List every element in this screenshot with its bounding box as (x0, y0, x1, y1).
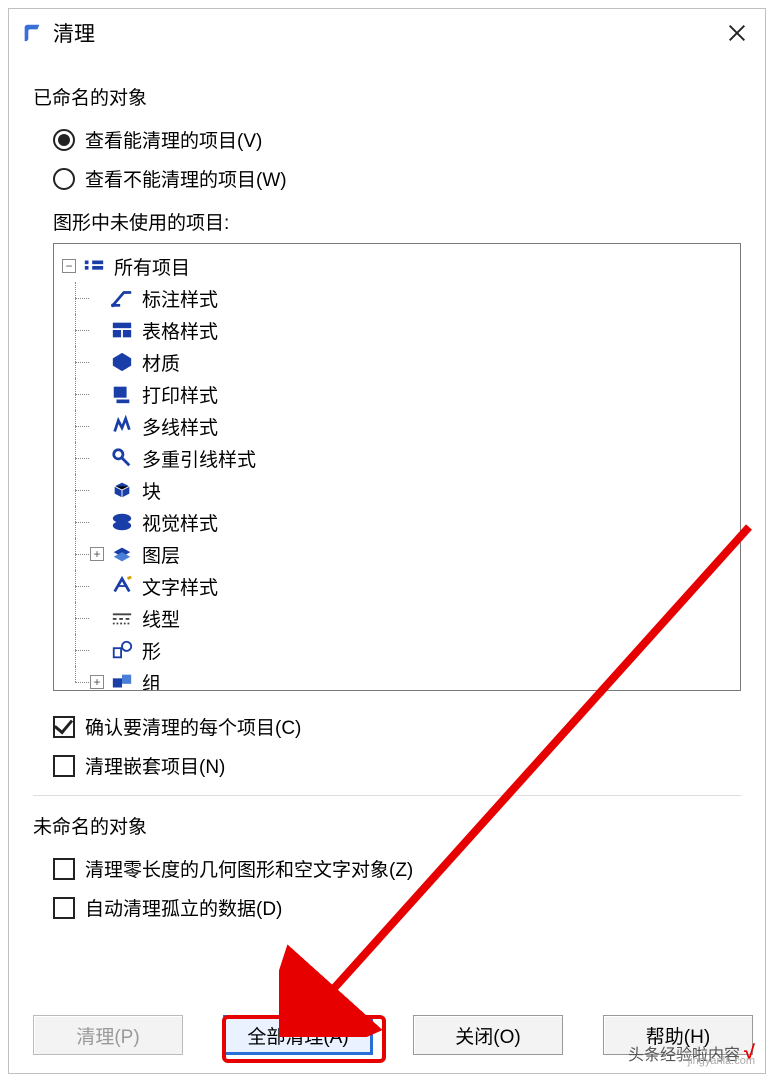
tree-connector (68, 602, 90, 634)
tree-connector (68, 506, 90, 538)
tree-item[interactable]: 标注样式 (62, 282, 736, 314)
radio-label: 查看能清理的项目(V) (85, 126, 262, 153)
tree-connector (68, 346, 90, 378)
tree-item-label: 块 (142, 477, 161, 504)
tree-item-icon (110, 542, 134, 566)
radio-icon (53, 129, 75, 151)
checkbox-label: 确认要清理的每个项目(C) (85, 713, 301, 740)
tree-item[interactable]: 视觉样式 (62, 506, 736, 538)
tree-item[interactable]: 块 (62, 474, 736, 506)
checkbox-icon (53, 755, 75, 777)
checkbox-icon (53, 858, 75, 880)
tree-item[interactable]: 打印样式 (62, 378, 736, 410)
tree-item[interactable]: 多线样式 (62, 410, 736, 442)
tree-connector (68, 634, 90, 666)
tree-connector (68, 666, 90, 691)
tree-item-label: 线型 (142, 605, 180, 632)
tree-item-label: 多重引线样式 (142, 445, 256, 472)
purge-dialog: 清理 已命名的对象 查看能清理的项目(V) 查看不能清理的项目(W) 图形中未使… (8, 8, 766, 1074)
tree-connector (68, 378, 90, 410)
tree-item-icon (110, 318, 134, 342)
purge-button: 清理(P) (33, 1015, 183, 1055)
watermark: 头条经验啦内容 √ jingyanla.com (628, 1041, 755, 1065)
named-objects-label: 已命名的对象 (33, 83, 741, 110)
tree-item-label: 表格样式 (142, 317, 218, 344)
tree-item-icon (110, 478, 134, 502)
checkbox-label: 清理嵌套项目(N) (85, 752, 225, 779)
purge-all-button[interactable]: 全部清理(A) (223, 1015, 373, 1055)
check-orphan-data[interactable]: 自动清理孤立的数据(D) (53, 894, 741, 921)
tree-item-icon (110, 638, 134, 662)
tree-item-label: 形 (142, 637, 161, 664)
checkbox-label: 清理零长度的几何图形和空文字对象(Z) (85, 855, 413, 882)
checkbox-icon (53, 897, 75, 919)
tree-root-label: 所有项目 (114, 253, 190, 280)
check-zero-length[interactable]: 清理零长度的几何图形和空文字对象(Z) (53, 855, 741, 882)
tree-item[interactable]: 文字样式 (62, 570, 736, 602)
tree-item-label: 文字样式 (142, 573, 218, 600)
dialog-title: 清理 (53, 18, 95, 48)
tree-connector (68, 282, 90, 314)
radio-icon (53, 168, 75, 190)
app-icon (21, 22, 43, 44)
tree-item-label: 图层 (142, 541, 180, 568)
tree-connector (68, 442, 90, 474)
tree-item-icon (110, 382, 134, 406)
expand-icon[interactable]: + (90, 675, 104, 689)
titlebar: 清理 (9, 9, 765, 57)
tree-item-icon (110, 446, 134, 470)
all-items-icon (82, 254, 106, 278)
tree-connector (68, 570, 90, 602)
tree-item-icon (110, 414, 134, 438)
tree-item-label: 打印样式 (142, 381, 218, 408)
tree-item[interactable]: 线型 (62, 602, 736, 634)
tree-item-icon (110, 350, 134, 374)
radio-view-not-purgeable[interactable]: 查看不能清理的项目(W) (53, 165, 741, 192)
tree-item-icon (110, 286, 134, 310)
tree-connector (68, 474, 90, 506)
button-label: 全部清理(A) (247, 1022, 348, 1049)
tree-item[interactable]: 多重引线样式 (62, 442, 736, 474)
tree-item[interactable]: + 图层 (62, 538, 736, 570)
tree-connector (68, 410, 90, 442)
check-confirm-each[interactable]: 确认要清理的每个项目(C) (53, 713, 741, 740)
radio-view-purgeable[interactable]: 查看能清理的项目(V) (53, 126, 741, 153)
tree-root-row[interactable]: − 所有项目 (62, 250, 736, 282)
tree-item[interactable]: +组 (62, 666, 736, 691)
divider (33, 795, 741, 796)
tree-item-icon (110, 574, 134, 598)
button-label: 关闭(O) (455, 1022, 520, 1049)
checkbox-label: 自动清理孤立的数据(D) (85, 894, 282, 921)
collapse-icon[interactable]: − (62, 259, 76, 273)
tree-item-label: 视觉样式 (142, 509, 218, 536)
tree-view[interactable]: − 所有项目 标注样式表格样式材质打印样式多线样式多重引线样式块视觉样式 + 图层文… (53, 243, 741, 691)
tree-item[interactable]: 形 (62, 634, 736, 666)
tree-connector (68, 538, 90, 570)
checkbox-icon (53, 716, 75, 738)
tree-item[interactable]: 材质 (62, 346, 736, 378)
tree-item-label: 材质 (142, 349, 180, 376)
tree-item-icon (110, 670, 134, 691)
dialog-content: 已命名的对象 查看能清理的项目(V) 查看不能清理的项目(W) 图形中未使用的项… (9, 57, 765, 1009)
tree-item-label: 组 (142, 669, 161, 692)
button-label: 清理(P) (76, 1022, 139, 1049)
close-button[interactable]: 关闭(O) (413, 1015, 563, 1055)
tree-item-icon (110, 606, 134, 630)
tree-item-label: 标注样式 (142, 285, 218, 312)
tree-item[interactable]: 表格样式 (62, 314, 736, 346)
close-icon[interactable] (721, 17, 753, 49)
tree-item-label: 多线样式 (142, 413, 218, 440)
tree-label: 图形中未使用的项目: (53, 208, 741, 235)
tree-connector (68, 314, 90, 346)
expand-icon[interactable]: + (90, 547, 104, 561)
unnamed-objects-label: 未命名的对象 (33, 812, 741, 839)
radio-label: 查看不能清理的项目(W) (85, 165, 287, 192)
tree-item-icon (110, 510, 134, 534)
watermark-domain: jingyanla.com (688, 1055, 755, 1067)
check-purge-nested[interactable]: 清理嵌套项目(N) (53, 752, 741, 779)
